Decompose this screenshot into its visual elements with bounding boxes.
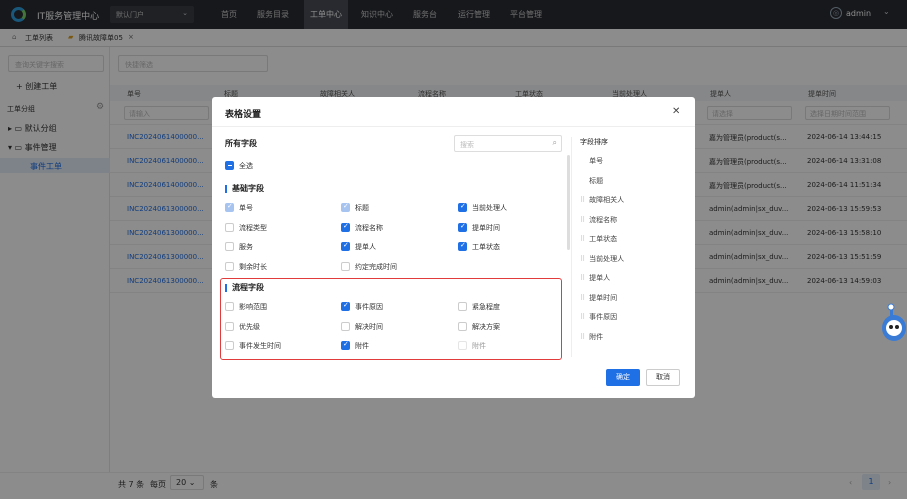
drag-handle-icon[interactable]: ⠿ — [580, 196, 585, 204]
sort-item-label: 工单状态 — [589, 235, 618, 243]
field-checkbox[interactable]: ✓ — [341, 340, 350, 350]
sort-item[interactable]: ⠿标题 — [580, 176, 603, 186]
field-checkbox[interactable] — [341, 321, 350, 331]
check-icon: ✓ — [460, 202, 466, 210]
select-all-checkbox[interactable] — [225, 161, 234, 170]
sort-item[interactable]: ⠿ 提单时间 — [580, 293, 617, 303]
field-label[interactable]: 附件 — [355, 341, 369, 351]
field-label[interactable]: 紧急程度 — [472, 302, 500, 312]
confirm-button[interactable]: 确定 — [606, 369, 640, 386]
check-icon: ✓ — [343, 202, 349, 210]
field-checkbox[interactable] — [225, 321, 234, 331]
field-search-placeholder: 搜索 — [460, 141, 474, 149]
field-checkbox[interactable] — [225, 222, 234, 232]
sort-item-label: 当前处理人 — [589, 254, 625, 263]
sort-item[interactable]: ⠿ 提单人 — [580, 273, 610, 283]
field-checkbox[interactable] — [225, 341, 234, 350]
field-checkbox[interactable]: ✓ — [458, 221, 467, 232]
check-icon: ✓ — [227, 202, 233, 210]
field-label[interactable]: 解决方案 — [472, 322, 500, 332]
sort-item-label: 提单人 — [589, 274, 611, 282]
check-icon: ✓ — [460, 241, 466, 249]
close-icon[interactable]: ✕ — [672, 106, 680, 117]
field-label[interactable]: 附件 — [472, 341, 486, 351]
sort-item[interactable]: ⠿ 故障相关人 — [580, 195, 624, 205]
check-icon: ✓ — [343, 340, 349, 348]
field-checkbox: ✓ — [225, 202, 234, 212]
field-label[interactable]: 工单状态 — [472, 242, 500, 252]
check-icon: ✓ — [343, 221, 349, 230]
field-label[interactable]: 事件原因 — [355, 302, 383, 312]
field-label[interactable]: 流程类型 — [239, 223, 267, 233]
field-checkbox[interactable] — [341, 261, 350, 271]
drag-handle-icon[interactable]: ⠿ — [580, 333, 585, 341]
sort-item-label: 故障相关人 — [589, 196, 625, 204]
check-icon: ✓ — [460, 221, 466, 230]
field-label[interactable]: 服务 — [239, 242, 253, 252]
field-checkbox[interactable]: ✓ — [341, 221, 350, 232]
sort-item-label: 附件 — [589, 332, 604, 341]
sort-item[interactable]: ⠿ 附件 — [580, 332, 603, 342]
field-checkbox[interactable]: ✓ — [458, 241, 467, 251]
all-fields-title: 所有字段 — [225, 139, 257, 148]
drag-handle-icon[interactable]: ⠿ — [580, 216, 585, 224]
assistant-robot-icon[interactable] — [876, 302, 906, 348]
field-checkbox — [458, 341, 467, 350]
table-settings-dialog: 表格设置 ✕ 所有字段 搜索 ⌕ 全选 基础字段 ✓ 单号 ✓ 标题 ✓ 当前处理人 流程类型… — [212, 97, 695, 398]
drag-handle-icon[interactable]: ⠿ — [580, 235, 585, 243]
field-label[interactable]: 提单人 — [355, 242, 376, 252]
check-icon: ✓ — [343, 241, 349, 249]
field-checkbox[interactable] — [458, 321, 467, 331]
field-checkbox[interactable] — [225, 302, 234, 311]
field-checkbox[interactable] — [225, 242, 234, 251]
cancel-button[interactable]: 取消 — [646, 369, 680, 386]
field-checkbox[interactable] — [458, 302, 467, 311]
drag-handle-icon[interactable]: ⠿ — [580, 274, 585, 282]
sort-item[interactable]: ⠿ 事件原因 — [580, 312, 617, 322]
field-label[interactable]: 解决时间 — [355, 322, 383, 332]
scrollbar[interactable] — [567, 155, 570, 250]
basic-fields-section-title: 基础字段 — [225, 185, 264, 193]
field-checkbox[interactable]: ✓ — [341, 241, 350, 251]
field-label[interactable]: 标题 — [355, 203, 369, 213]
check-icon: ✓ — [343, 301, 349, 309]
sort-item-label: 事件原因 — [589, 313, 618, 321]
field-label[interactable]: 当前处理人 — [472, 203, 507, 213]
field-label[interactable]: 优先级 — [239, 322, 260, 332]
field-label[interactable]: 约定完成时间 — [355, 262, 397, 272]
field-label[interactable]: 影响范围 — [239, 302, 267, 312]
field-label[interactable]: 流程名称 — [355, 223, 383, 233]
field-checkbox[interactable]: ✓ — [458, 202, 467, 212]
field-checkbox: ✓ — [341, 202, 350, 212]
sort-item[interactable]: ⠿单号 — [580, 156, 603, 166]
sort-item-label: 单号 — [589, 157, 604, 165]
field-search-input[interactable]: 搜索 ⌕ — [454, 135, 562, 152]
field-label[interactable]: 单号 — [239, 203, 253, 213]
dialog-title: 表格设置 — [225, 110, 262, 120]
field-label[interactable]: 提单时间 — [472, 223, 500, 233]
divider — [571, 137, 572, 357]
divider — [212, 126, 695, 127]
sort-item[interactable]: ⠿ 工单状态 — [580, 234, 617, 244]
drag-handle-icon[interactable]: ⠿ — [580, 294, 585, 302]
drag-handle-icon[interactable]: ⠿ — [580, 313, 585, 321]
sort-item-label: 流程名称 — [589, 215, 618, 224]
drag-handle-icon[interactable]: ⠿ — [580, 255, 585, 263]
field-checkbox[interactable]: ✓ — [341, 301, 350, 311]
field-sort-title: 字段排序 — [580, 138, 608, 146]
search-icon: ⌕ — [552, 138, 557, 147]
sort-item[interactable]: ⠿ 当前处理人 — [580, 254, 624, 264]
sort-item[interactable]: ⠿ 流程名称 — [580, 215, 617, 225]
field-label[interactable]: 事件发生时间 — [239, 341, 281, 351]
field-label[interactable]: 剩余时长 — [239, 262, 267, 272]
sort-item-label: 提单时间 — [589, 293, 618, 302]
flow-fields-section-title: 流程字段 — [225, 284, 264, 292]
field-checkbox[interactable] — [225, 261, 234, 271]
sort-item-label: 标题 — [589, 176, 604, 185]
select-all-label[interactable]: 全选 — [239, 161, 253, 171]
